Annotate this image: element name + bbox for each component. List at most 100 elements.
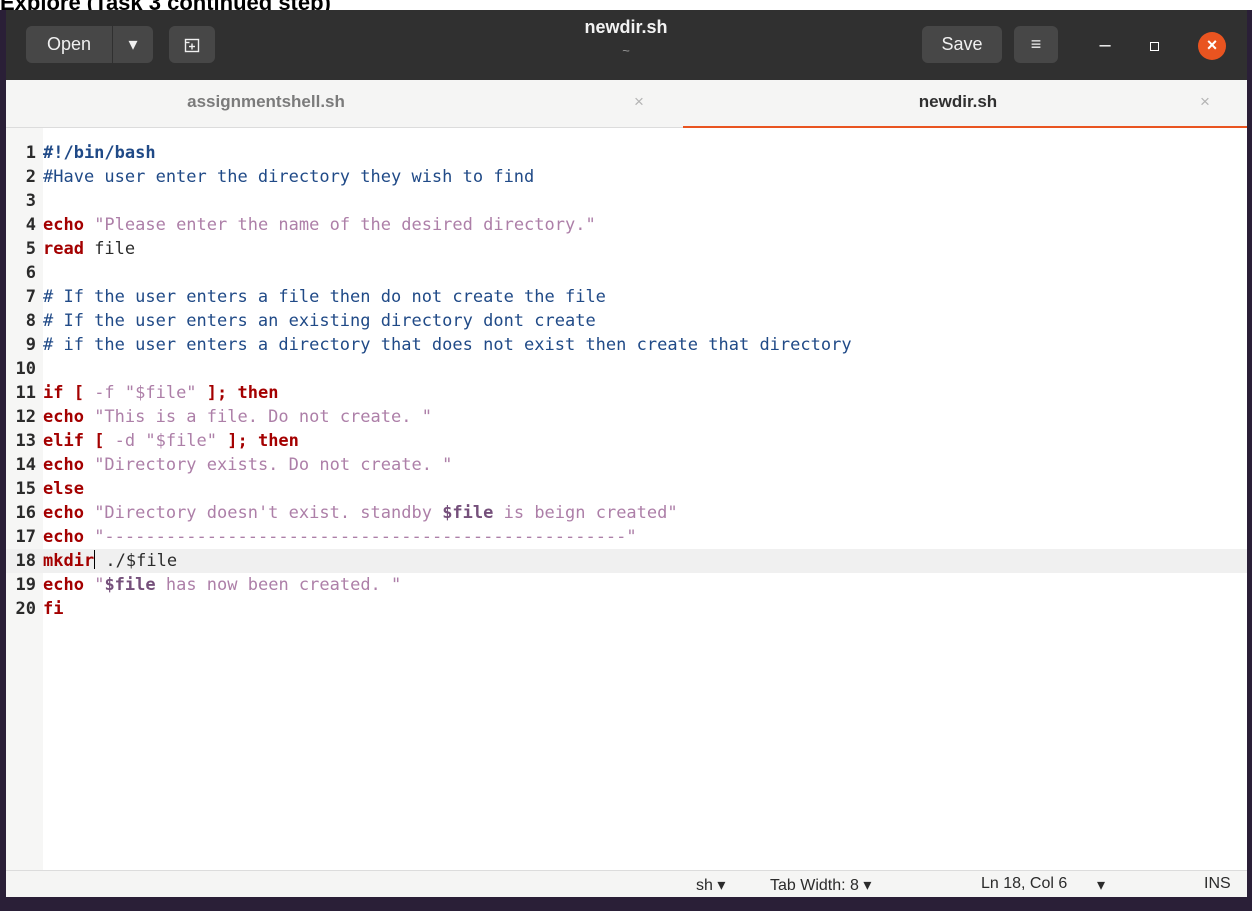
line-number: 13 [15,431,36,451]
language-selector[interactable]: sh ▾ [696,875,725,895]
tab-close-icon[interactable]: × [634,92,644,112]
code-token: if [ [43,383,84,403]
tab-label: assignmentshell.sh [187,92,345,111]
code-line: 20 fi [6,597,1247,621]
page-heading-clipped: Explore (Task 3 continued step) [0,0,331,15]
line-number: 14 [15,455,36,475]
code-line: 2 #Have user enter the directory they wis… [6,165,1247,189]
code-line: 15 else [6,477,1247,501]
window-frame: Open ▾ newdir.sh ~ Save ≡ – × assignment… [0,10,1252,911]
line-number: 17 [15,527,36,547]
maximize-icon[interactable] [1143,34,1167,58]
line-number: 10 [15,359,36,379]
line-number: 12 [15,407,36,427]
line-number: 5 [25,239,36,259]
tab-newdir[interactable]: newdir.sh × [683,80,1247,129]
line-number: 8 [25,311,36,331]
code-line: 3 [6,189,1247,213]
tab-assignmentshell[interactable]: assignmentshell.sh × [6,80,644,128]
code-token: -d "$file" [104,431,228,451]
tab-bar: assignmentshell.sh × newdir.sh × [6,80,1247,129]
code-line: 13 elif [ -d "$file" ]; then [6,429,1247,453]
line-number: 19 [15,575,36,595]
code-token: #!/bin/bash [43,143,156,163]
code-token: is beign created" [493,503,678,523]
code-token: has now been created. " [155,575,402,595]
line-number: 2 [25,167,36,187]
close-icon[interactable]: × [1198,32,1226,60]
code-token: echo [43,407,84,427]
hamburger-menu-icon[interactable]: ≡ [1014,26,1058,63]
code-line: 12 echo "This is a file. Do not create. " [6,405,1247,429]
line-number: 20 [15,599,36,619]
code-token: elif [ [43,431,105,451]
window-subtitle: ~ [622,43,630,58]
open-button[interactable]: Open [26,26,112,63]
code-line: 7 # If the user enters a file then do not… [6,285,1247,309]
code-line: 9 # if the user enters a directory that d… [6,333,1247,357]
gedit-window: Open ▾ newdir.sh ~ Save ≡ – × assignment… [6,10,1247,897]
line-number: 4 [25,215,36,235]
code-token: "This is a file. Do not create. " [83,407,432,427]
code-token: # If the user enters an existing directo… [43,311,596,331]
code-token: # If the user enters a file then do not … [43,287,606,307]
new-document-button[interactable] [169,26,215,63]
insert-mode-label: INS [1204,875,1231,892]
line-number: 6 [25,263,36,283]
chevron-down-icon[interactable]: ▾ [1097,875,1105,895]
line-number: 18 [15,551,36,571]
code-line: 6 [6,261,1247,285]
code-token: read [43,239,84,259]
code-line: 1 #!/bin/bash [6,141,1247,165]
minimize-icon[interactable]: – [1093,34,1117,58]
code-token: # if the user enters a directory that do… [43,335,852,355]
code-token: -f "$file" [83,383,207,403]
window-title: newdir.sh [584,17,668,37]
code-token: $file [104,575,156,595]
code-token: echo [43,455,84,475]
line-number: 11 [15,383,36,403]
line-number: 3 [25,191,36,211]
status-bar: sh ▾ Tab Width: 8 ▾ Ln 18, Col 6 ▾ INS [6,870,1247,897]
code-line: 5 read file [6,237,1247,261]
code-token: echo [43,575,84,595]
code-token: "Please enter the name of the desired di… [83,215,596,235]
code-line: 19 echo "$file has now been created. " [6,573,1247,597]
code-line: 17 echo "--------------------------------… [6,525,1247,549]
code-line: 11 if [ -f "$file" ]; then [6,381,1247,405]
code-token: mkdir [43,551,95,571]
code-token: else [43,479,84,499]
line-number: 16 [15,503,36,523]
new-tab-icon [184,38,200,52]
code-token: "Directory exists. Do not create. " [83,455,453,475]
line-number: 1 [25,143,36,163]
code-token: fi [43,599,64,619]
header-bar: Open ▾ newdir.sh ~ Save ≡ – × [6,10,1247,80]
line-number: 9 [25,335,36,355]
code-token: ]; then [227,431,299,451]
code-token: "Directory doesn't exist. standby [83,503,443,523]
current-code-line: 18 mkdir ./$file [6,549,1247,573]
code-token: " [83,575,105,595]
code-token: echo [43,527,84,547]
tab-label: newdir.sh [918,92,998,111]
code-token: #Have user enter the directory they wish… [43,167,535,187]
code-line: 10 [6,357,1247,381]
code-line: 14 echo "Directory exists. Do not create.… [6,453,1247,477]
text-editor[interactable]: 1 #!/bin/bash 2 #Have user enter the direc… [6,128,1247,870]
code-line: 8 # If the user enters an existing direct… [6,309,1247,333]
code-token: echo [43,215,84,235]
line-number: 15 [15,479,36,499]
code-token: file [83,239,136,259]
code-line: 4 echo "Please enter the name of the desi… [6,213,1247,237]
code-token: ./$file [95,551,178,571]
code-token: $file [442,503,494,523]
code-line: 16 echo "Directory doesn't exist. standby… [6,501,1247,525]
code-token: echo [43,503,84,523]
tab-close-icon[interactable]: × [1200,92,1210,112]
code-token: ]; then [206,383,279,403]
tab-width-selector[interactable]: Tab Width: 8 ▾ [770,875,871,895]
cursor-position-label[interactable]: Ln 18, Col 6 [981,875,1067,893]
open-menu-chevron-icon[interactable]: ▾ [113,26,153,63]
save-button[interactable]: Save [922,26,1002,63]
